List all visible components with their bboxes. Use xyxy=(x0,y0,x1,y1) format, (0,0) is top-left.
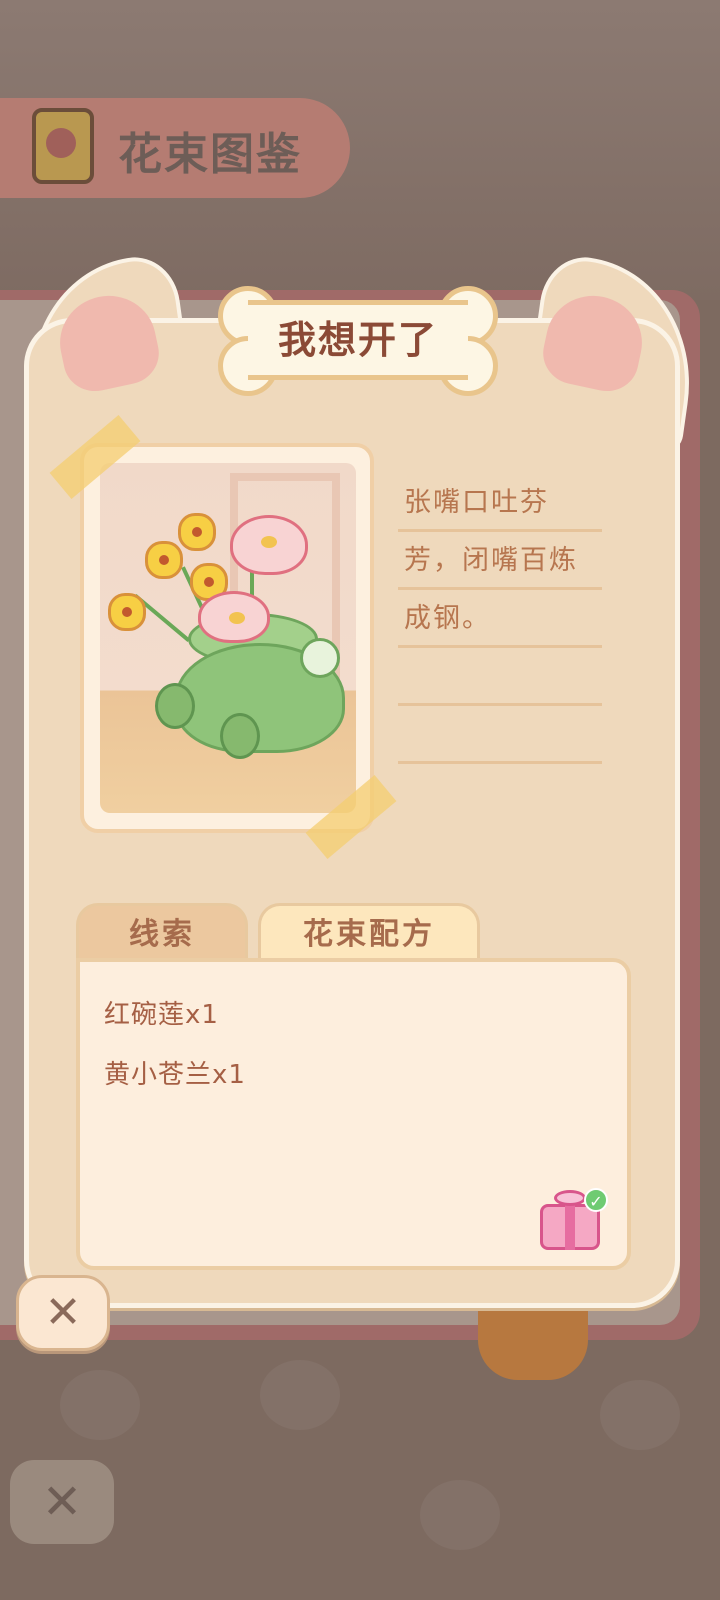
red-bowl-lotus-flower xyxy=(230,515,308,575)
yellow-freesia-flower xyxy=(108,593,146,631)
description-line xyxy=(398,648,602,706)
paw-print-decoration xyxy=(600,1380,680,1450)
frog-foot xyxy=(155,683,195,729)
paw-print-decoration xyxy=(60,1370,140,1440)
paw-print-decoration xyxy=(260,1360,340,1430)
red-bowl-lotus-flower xyxy=(198,591,270,643)
background-page-title: 花束图鉴 xyxy=(118,129,302,180)
gift-bow xyxy=(554,1190,586,1206)
yellow-freesia-flower xyxy=(178,513,216,551)
tab-clues[interactable]: 线索 xyxy=(76,903,248,961)
tab-bouquet-recipe[interactable]: 花束配方 xyxy=(258,903,480,961)
bouquet-illustration xyxy=(100,463,356,813)
paw-print-decoration xyxy=(420,1480,500,1550)
description-line: 成钢。 xyxy=(398,590,602,648)
gift-ribbon xyxy=(565,1202,575,1250)
yellow-freesia-flower xyxy=(145,541,183,579)
bouquet-description: 张嘴口吐芬 芳，闭嘴百炼 成钢。 xyxy=(398,474,602,764)
recipe-panel: 红碗莲x1 黄小苍兰x1 ✓ xyxy=(76,958,631,1270)
recipe-ingredient: 黄小苍兰x1 xyxy=(104,1060,246,1090)
background-close-button: ✕ xyxy=(10,1460,114,1544)
frog-eye xyxy=(300,638,340,678)
frog-foot xyxy=(220,713,260,759)
description-line xyxy=(398,706,602,764)
reward-gift-button[interactable]: ✓ xyxy=(540,1188,608,1250)
close-button[interactable]: ✕ xyxy=(16,1275,110,1351)
check-icon: ✓ xyxy=(584,1188,608,1212)
description-line: 张嘴口吐芬 xyxy=(398,474,602,532)
album-book-icon xyxy=(32,108,94,184)
recipe-ingredient: 红碗莲x1 xyxy=(104,1000,219,1030)
title-bone-plate: 我想开了 xyxy=(208,280,508,400)
bouquet-title: 我想开了 xyxy=(277,318,438,362)
description-line: 芳，闭嘴百炼 xyxy=(398,532,602,590)
